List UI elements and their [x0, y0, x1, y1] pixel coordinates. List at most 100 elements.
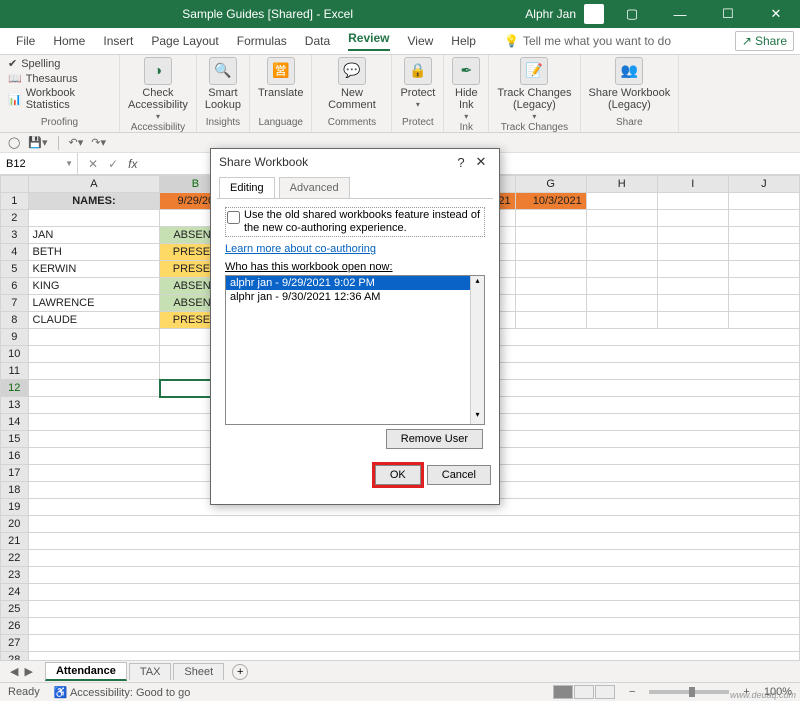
share-button[interactable]: ↗Share	[735, 31, 794, 51]
cell[interactable]	[28, 567, 800, 584]
dialog-tab-advanced[interactable]: Advanced	[279, 177, 350, 198]
sheet-nav-prev-icon[interactable]: ◀	[10, 665, 18, 678]
cell[interactable]: BETH	[28, 244, 160, 261]
row-header[interactable]: 25	[1, 601, 29, 618]
listbox-scrollbar[interactable]: ▴▾	[470, 276, 484, 424]
enter-formula-icon[interactable]: ✓	[108, 157, 118, 171]
cell[interactable]: CLAUDE	[28, 312, 160, 329]
cell[interactable]	[28, 601, 800, 618]
remove-user-button[interactable]: Remove User	[386, 429, 483, 449]
cell[interactable]	[728, 227, 799, 244]
dialog-close-icon[interactable]: ✕	[471, 154, 491, 170]
tab-help[interactable]: Help	[451, 34, 476, 48]
sheet-tab-tax[interactable]: TAX	[129, 663, 172, 680]
cell[interactable]	[515, 278, 586, 295]
row-header[interactable]: 6	[1, 278, 29, 295]
tab-insert[interactable]: Insert	[103, 34, 133, 48]
normal-view-icon[interactable]	[553, 685, 573, 699]
cell[interactable]	[28, 618, 800, 635]
maximize-icon[interactable]: ☐	[708, 0, 748, 28]
row-header[interactable]: 17	[1, 465, 29, 482]
col-header[interactable]: H	[586, 176, 657, 193]
cell[interactable]	[28, 210, 160, 227]
list-item[interactable]: alphr jan - 9/30/2021 12:36 AM	[226, 290, 484, 304]
cell[interactable]: LAWRENCE	[28, 295, 160, 312]
col-header[interactable]: J	[728, 176, 799, 193]
cell[interactable]	[28, 516, 800, 533]
add-sheet-button[interactable]: +	[232, 664, 248, 680]
cell[interactable]	[728, 312, 799, 329]
tab-formulas[interactable]: Formulas	[237, 34, 287, 48]
ribbon-options-icon[interactable]: ▢	[612, 0, 652, 28]
undo-icon[interactable]: ↶▾	[69, 136, 84, 149]
row-header[interactable]: 27	[1, 635, 29, 652]
tab-file[interactable]: File	[16, 34, 35, 48]
row-header[interactable]: 2	[1, 210, 29, 227]
row-header[interactable]: 18	[1, 482, 29, 499]
cell[interactable]	[586, 193, 657, 210]
list-item[interactable]: alphr jan - 9/29/2021 9:02 PM	[226, 276, 484, 290]
cell[interactable]	[728, 210, 799, 227]
row-header[interactable]: 24	[1, 584, 29, 601]
spelling-button[interactable]: ✔Spelling	[8, 57, 60, 70]
cell[interactable]	[515, 295, 586, 312]
row-header[interactable]: 16	[1, 448, 29, 465]
row-header[interactable]: 11	[1, 363, 29, 380]
tab-view[interactable]: View	[408, 34, 434, 48]
row-header[interactable]: 15	[1, 431, 29, 448]
cell[interactable]	[28, 584, 800, 601]
col-header[interactable]: I	[657, 176, 728, 193]
legacy-share-checkbox[interactable]	[227, 211, 240, 224]
fx-icon[interactable]: fx	[128, 157, 137, 171]
col-header[interactable]: G	[515, 176, 586, 193]
save-icon[interactable]: 💾▾	[28, 136, 47, 149]
tab-home[interactable]: Home	[53, 34, 85, 48]
row-header[interactable]: 10	[1, 346, 29, 363]
minimize-icon[interactable]: —	[660, 0, 700, 28]
row-header[interactable]: 1	[1, 193, 29, 210]
cell[interactable]	[657, 227, 728, 244]
cell[interactable]	[586, 295, 657, 312]
share-workbook-button[interactable]: 👥Share Workbook (Legacy)	[589, 57, 671, 111]
ok-button[interactable]: OK	[375, 465, 421, 485]
sheet-tab-attendance[interactable]: Attendance	[45, 662, 127, 681]
cell[interactable]	[515, 312, 586, 329]
tell-me-input[interactable]: 💡Tell me what you want to do	[504, 34, 671, 48]
dialog-help-icon[interactable]: ?	[451, 155, 471, 170]
cell[interactable]	[728, 193, 799, 210]
row-header[interactable]: 5	[1, 261, 29, 278]
row-header[interactable]: 22	[1, 550, 29, 567]
cell[interactable]	[657, 261, 728, 278]
redo-icon[interactable]: ↷▾	[91, 136, 106, 149]
track-changes-button[interactable]: 📝Track Changes (Legacy)▾	[497, 57, 571, 122]
page-break-view-icon[interactable]	[595, 685, 615, 699]
cell[interactable]	[28, 329, 160, 346]
row-header[interactable]: 26	[1, 618, 29, 635]
name-box[interactable]: B12▼	[0, 153, 78, 174]
sheet-tab-sheet[interactable]: Sheet	[173, 663, 224, 680]
row-header[interactable]: 21	[1, 533, 29, 550]
coauthoring-link[interactable]: Learn more about co-authoring	[225, 243, 485, 255]
cell[interactable]	[586, 278, 657, 295]
select-all-corner[interactable]	[1, 176, 29, 193]
hide-ink-button[interactable]: ✒Hide Ink▾	[452, 57, 480, 122]
cell[interactable]	[28, 550, 800, 567]
new-comment-button[interactable]: 💬New Comment	[328, 57, 376, 111]
cell[interactable]: JAN	[28, 227, 160, 244]
cell[interactable]	[728, 244, 799, 261]
cell[interactable]	[586, 312, 657, 329]
chevron-down-icon[interactable]: ▼	[65, 159, 77, 168]
row-header[interactable]: 20	[1, 516, 29, 533]
cell[interactable]	[657, 210, 728, 227]
cell[interactable]	[728, 295, 799, 312]
zoom-slider[interactable]	[649, 690, 729, 694]
cell[interactable]	[728, 278, 799, 295]
thesaurus-button[interactable]: 📖Thesaurus	[8, 72, 78, 85]
cell[interactable]	[28, 635, 800, 652]
page-layout-view-icon[interactable]	[574, 685, 594, 699]
autosave-icon[interactable]: ◯	[8, 136, 20, 149]
avatar[interactable]	[584, 4, 604, 24]
cancel-formula-icon[interactable]: ✕	[88, 157, 98, 171]
zoom-out-icon[interactable]: −	[629, 686, 635, 698]
sheet-nav-next-icon[interactable]: ▶	[24, 665, 32, 678]
